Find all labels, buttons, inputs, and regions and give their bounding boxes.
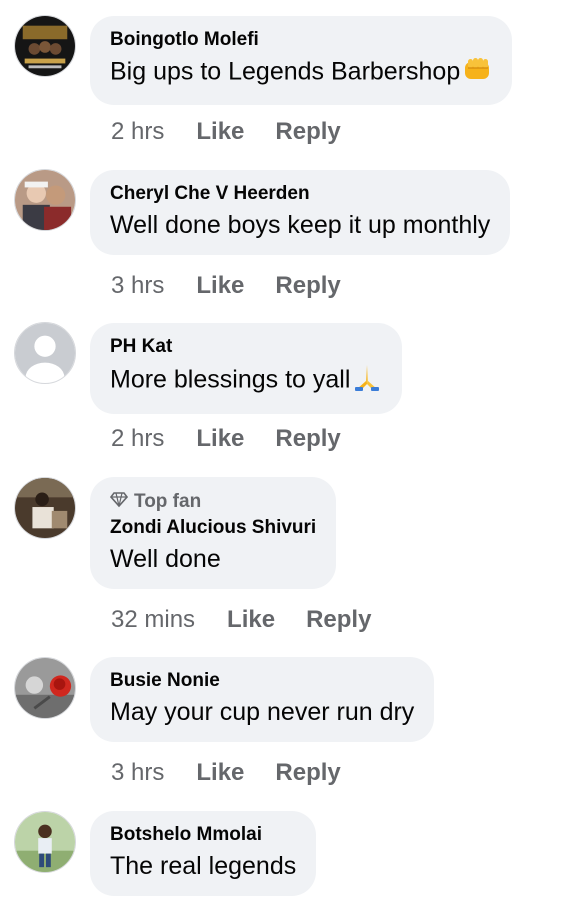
comment-author[interactable]: Botshelo Mmolai xyxy=(110,824,296,846)
avatar[interactable] xyxy=(14,169,76,231)
comment-timestamp[interactable]: 32 mins xyxy=(111,606,195,634)
reply-button[interactable]: Reply xyxy=(275,272,340,300)
avatar-image xyxy=(15,658,75,718)
avatar[interactable] xyxy=(14,322,76,384)
comment-timestamp[interactable]: 2 hrs xyxy=(111,425,164,453)
comment-author[interactable]: Boingotlo Molefi xyxy=(110,29,492,51)
comment-author[interactable]: Busie Nonie xyxy=(110,670,414,692)
comment-actions: 3 hrs Like Reply xyxy=(111,272,372,300)
comment-bubble: PH Kat More blessings to yall xyxy=(90,323,403,414)
comment-text: May your cup never run dry xyxy=(110,698,415,726)
avatar[interactable] xyxy=(14,15,76,77)
comment-actions: 32 mins Like Reply xyxy=(111,606,402,634)
reply-button[interactable]: Reply xyxy=(275,118,340,146)
comment-author[interactable]: Zondi Alucious Shivuri xyxy=(110,517,316,539)
top-fan-badge: Top fan xyxy=(109,490,316,514)
comment-text-content: More blessings to yall xyxy=(110,365,351,394)
avatar-image xyxy=(15,16,75,76)
comment-actions: 2 hrs Like Reply xyxy=(111,425,372,453)
comment-text: The real legends xyxy=(110,852,297,880)
avatar[interactable] xyxy=(14,657,76,719)
comment-text-content: Big ups to Legends Barbershop xyxy=(110,57,461,86)
avatar-image xyxy=(15,812,75,872)
comment-thread: Boingotlo Molefi Big ups to Legends Barb… xyxy=(0,0,576,903)
like-button[interactable]: Like xyxy=(196,425,244,453)
reply-button[interactable]: Reply xyxy=(275,759,340,787)
comment-timestamp[interactable]: 2 hrs xyxy=(111,118,164,146)
praying-hands-icon xyxy=(352,362,382,400)
like-button[interactable]: Like xyxy=(196,272,244,300)
like-button[interactable]: Like xyxy=(227,606,275,634)
reply-button[interactable]: Reply xyxy=(306,606,371,634)
diamond-icon xyxy=(109,490,129,514)
comment-text: Big ups to Legends Barbershop xyxy=(110,55,492,91)
like-button[interactable]: Like xyxy=(196,118,244,146)
comment-actions: 2 hrs Like Reply xyxy=(111,118,372,146)
avatar[interactable] xyxy=(14,811,76,873)
comment-text: Well done boys keep it up monthly xyxy=(110,211,491,239)
fist-icon xyxy=(462,55,492,91)
comment-text: Well done xyxy=(110,545,221,573)
comment-bubble: Boingotlo Molefi Big ups to Legends Barb… xyxy=(90,16,513,105)
badge-label: Top fan xyxy=(134,491,202,512)
comment-actions: 3 hrs Like Reply xyxy=(111,759,372,787)
comment-timestamp[interactable]: 3 hrs xyxy=(111,272,164,300)
comment-timestamp[interactable]: 3 hrs xyxy=(111,759,164,787)
comment-bubble: Cheryl Che V Heerden Well done boys keep… xyxy=(90,170,511,255)
avatar-image xyxy=(15,478,75,538)
comment-author[interactable]: Cheryl Che V Heerden xyxy=(110,183,490,205)
reply-button[interactable]: Reply xyxy=(275,425,340,453)
comment-text: More blessings to yall xyxy=(110,362,382,400)
comment-bubble: Top fan Zondi Alucious Shivuri Well done xyxy=(90,477,337,589)
default-profile-icon xyxy=(15,323,75,383)
comment-bubble: Botshelo Mmolai The real legends xyxy=(90,811,317,896)
like-button[interactable]: Like xyxy=(196,759,244,787)
avatar-image xyxy=(15,170,75,230)
comment-author[interactable]: PH Kat xyxy=(110,336,382,358)
comment-bubble: Busie Nonie May your cup never run dry xyxy=(90,657,435,742)
avatar[interactable] xyxy=(14,477,76,539)
